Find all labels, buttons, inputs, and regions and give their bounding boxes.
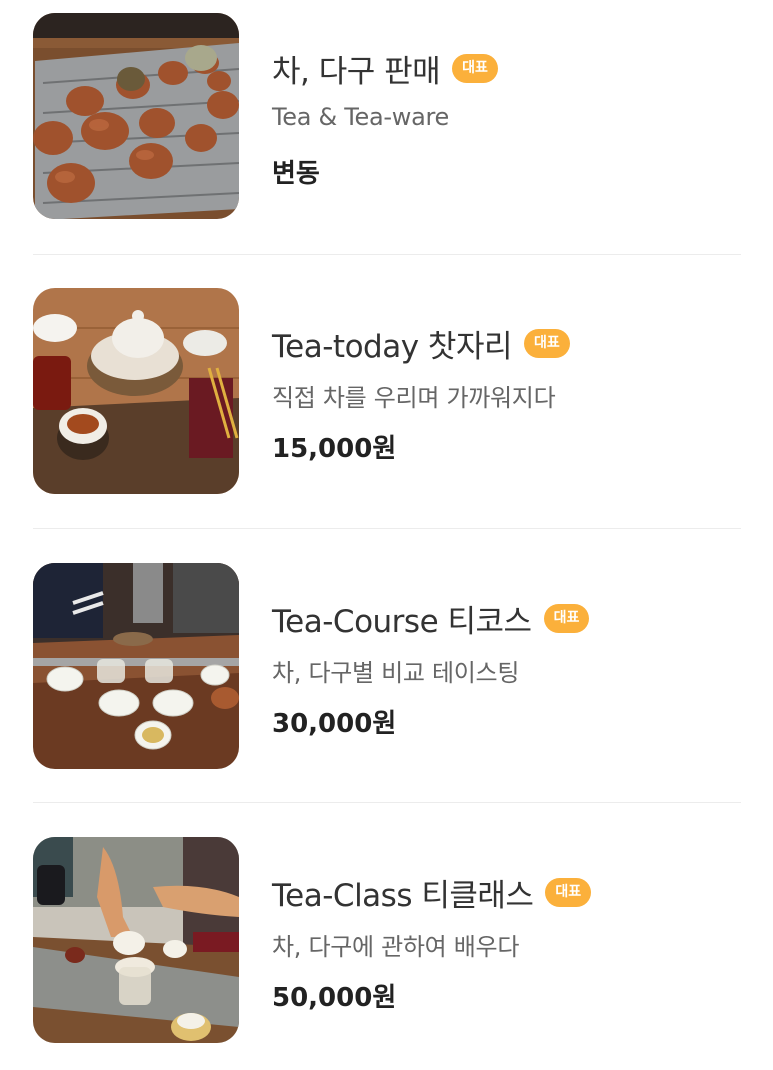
product-price: 50,000원 [272,983,397,1013]
title-row: Tea-Course 티코스 대표 [272,596,590,640]
pouring-class-photo [33,837,239,1043]
featured-badge: 대표 [545,877,592,907]
tea-table-photo [33,288,239,494]
product-title: Tea-today 찻자리 [272,328,512,365]
product-info: 차, 다구 판매 대표 Tea & Tea-ware 변동 [272,13,741,219]
product-info: Tea-Class 티클래스 대표 차, 다구에 관하여 배우다 50,000원 [272,837,741,1043]
product-title: Tea-Class 티클래스 [272,877,534,914]
featured-badge: 대표 [452,53,498,83]
teapots-photo [33,13,239,219]
product-subtitle: 차, 다구에 관하여 배우다 [272,933,520,961]
featured-badge: 대표 [543,603,590,633]
divider [33,802,741,803]
title-row: Tea-Class 티클래스 대표 [272,870,592,914]
product-price: 변동 [272,159,320,189]
product-price: 30,000원 [272,709,397,739]
title-row: 차, 다구 판매 대표 [272,46,498,90]
product-item-tea-sale[interactable]: 차, 다구 판매 대표 Tea & Tea-ware 변동 [33,13,741,219]
divider [33,254,741,255]
product-title: 차, 다구 판매 [272,53,441,90]
product-info: Tea-today 찻자리 대표 직접 차를 우리며 가까워지다 15,000원 [272,288,741,494]
product-title: Tea-Course 티코스 [272,603,532,640]
featured-badge: 대표 [523,328,570,358]
divider [33,528,741,529]
product-subtitle: 차, 다구별 비교 테이스팅 [272,659,520,687]
product-item-tea-course[interactable]: Tea-Course 티코스 대표 차, 다구별 비교 테이스팅 30,000원 [33,563,741,769]
product-item-tea-class[interactable]: Tea-Class 티클래스 대표 차, 다구에 관하여 배우다 50,000원 [33,837,741,1043]
tasting-set-photo [33,563,239,769]
product-info: Tea-Course 티코스 대표 차, 다구별 비교 테이스팅 30,000원 [272,563,741,769]
product-subtitle: Tea & Tea-ware [272,103,449,131]
product-price: 15,000원 [272,434,397,464]
title-row: Tea-today 찻자리 대표 [272,321,570,365]
product-list: 차, 다구 판매 대표 Tea & Tea-ware 변동 Tea-today … [0,0,773,1070]
product-subtitle: 직접 차를 우리며 가까워지다 [272,384,556,412]
product-item-tea-today[interactable]: Tea-today 찻자리 대표 직접 차를 우리며 가까워지다 15,000원 [33,288,741,494]
